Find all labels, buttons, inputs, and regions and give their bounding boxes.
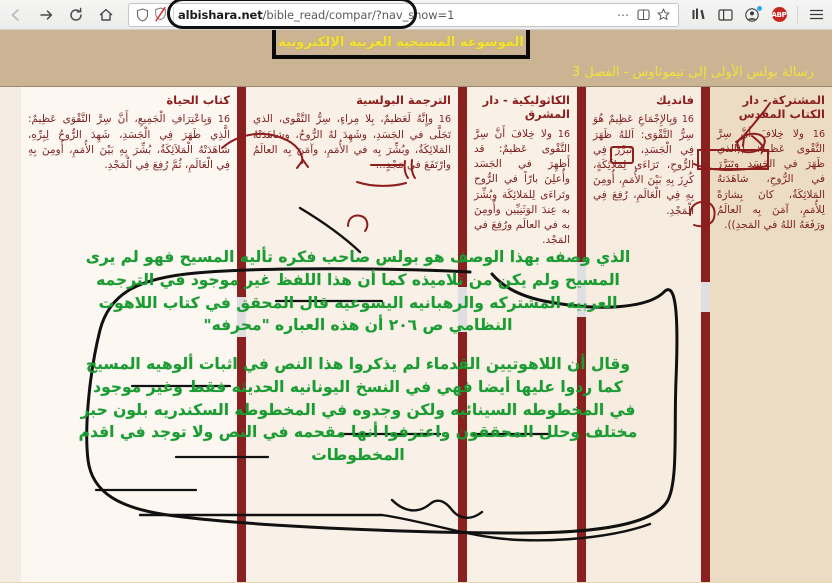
forward-button[interactable]: [32, 2, 60, 28]
verse-body: ولا خِلافَ أَنَّ سِرَّ التَّقْوى عَظيمٌ:…: [474, 127, 570, 247]
tracking-shield-crossed-icon: [154, 7, 166, 22]
verse-text-kitab-alhayat: 16 وَبِاعْتِرَافِ الْجَمِيعِ، أَنَّ سِرَ…: [28, 112, 230, 173]
verse-body: وإِنَّهُ لَعَظيمٌ، بِلا مِراءٍ، سِرُّ ال…: [253, 113, 451, 172]
translation-column-katholikiyya: الكاثوليكية - دار المشرق 16 ولا خِلافَ أ…: [467, 87, 577, 582]
home-icon: [99, 8, 113, 21]
arrow-right-icon: [39, 9, 52, 20]
scrollbar-segment[interactable]: [458, 287, 467, 332]
verse-body: وَبِاعْتِرَافِ الْجَمِيعِ، أَنَّ سِرَّ ا…: [28, 113, 230, 172]
column-heading-katholikiyya: الكاثوليكية - دار المشرق: [482, 93, 570, 122]
url-bar-container: albishara.net/bible_read/compar/?nav_sho…: [128, 0, 679, 29]
arrow-left-icon: [11, 8, 19, 21]
scrollbar-segment[interactable]: [577, 262, 586, 317]
column-heading-fandayk: فانديك: [656, 93, 694, 107]
column-heading-kitab-alhayat: كتاب الحياة: [166, 93, 230, 107]
translation-column-boulsiya: الترجمة البولسية 16 وإِنَّهُ لَعَظيمٌ، ب…: [246, 87, 458, 582]
column-divider-2: [577, 87, 586, 582]
reload-icon: [70, 7, 82, 21]
back-button[interactable]: [2, 2, 30, 28]
page-content: الموسوعة المسيحية العربية الإلكترونية رس…: [0, 30, 832, 583]
reader-mode-glyph: [636, 9, 650, 21]
url-host: albishara.net: [178, 7, 263, 22]
translation-columns: المشتركة - دار الكتاب المقدس 16 ولا خِلا…: [0, 87, 832, 582]
home-button[interactable]: [92, 2, 120, 28]
browser-toolbar-right: ABP: [685, 2, 832, 28]
chapter-subtitle-bar: رسالة بولس الأولى إلى تيموثاوس - الفصل 3: [0, 58, 832, 87]
address-bar[interactable]: albishara.net/bible_read/compar/?nav_sho…: [128, 2, 679, 27]
ellipsis-icon[interactable]: ⋯: [614, 5, 632, 25]
verse-text-fandayk: 16 وَبِالإِجْمَاعِ عَظِيمٌ هُوَ سِرُّ ال…: [593, 112, 694, 219]
url-separator: [173, 6, 174, 23]
reader-mode-icon[interactable]: [634, 5, 652, 25]
verse-text-katholikiyya: 16 ولا خِلافَ أَنَّ سِرَّ التَّقْوى عَظي…: [474, 127, 570, 249]
scrollbar-segment[interactable]: [701, 282, 710, 312]
account-icon[interactable]: [739, 2, 765, 28]
page-title: الموسوعة المسيحية العربية الإلكترونية: [278, 34, 524, 50]
verse-body: وَبِالإِجْمَاعِ عَظِيمٌ هُوَ سِرُّ التَّ…: [593, 113, 694, 217]
verse-text-boulsiya: 16 وإِنَّهُ لَعَظيمٌ، بِلا مِراءٍ، سِرُّ…: [253, 112, 451, 173]
column-divider-1: [701, 87, 710, 582]
verse-number: 16: [557, 128, 570, 140]
hamburger-glyph: [809, 9, 823, 20]
account-badge-dot: [757, 5, 762, 11]
chapter-subtitle: رسالة بولس الأولى إلى تيموثاوس - الفصل 3: [571, 64, 814, 80]
library-icon[interactable]: [685, 2, 711, 28]
library-glyph: [692, 8, 705, 20]
column-divider-4: [237, 87, 246, 582]
verse-number: 16: [812, 128, 825, 140]
adblock-plus-badge: ABP: [771, 7, 787, 22]
adblock-plus-icon[interactable]: ABP: [766, 2, 792, 28]
verse-number: 16: [681, 114, 694, 126]
verse-text-mushtaraka: 16 ولا خِلافَ أنَّ سِرَّ التَّقْوى عَظيم…: [717, 127, 825, 234]
shield-icon[interactable]: [133, 7, 151, 22]
translation-column-mushtaraka: المشتركة - دار الكتاب المقدس 16 ولا خِلا…: [710, 87, 832, 582]
column-divider-3: [458, 87, 467, 582]
sidebar-icon[interactable]: [712, 2, 738, 28]
navigation-buttons: [0, 2, 120, 28]
verse-number: 16: [438, 114, 452, 126]
toolbar-separator: [797, 5, 798, 24]
url-path: /bible_read/compar/?nav_show=1: [262, 7, 455, 22]
star-icon[interactable]: [654, 5, 672, 25]
url-text: albishara.net/bible_read/compar/?nav_sho…: [178, 8, 614, 22]
url-bar-actions: ⋯: [614, 5, 674, 25]
sidebar-glyph: [717, 8, 733, 21]
browser-toolbar: albishara.net/bible_read/compar/?nav_sho…: [0, 0, 832, 30]
column-heading-boulsiya: الترجمة البولسية: [356, 93, 451, 107]
star-glyph: [656, 8, 670, 21]
shield-icon-glyph: [136, 7, 148, 22]
translation-column-kitab-alhayat: كتاب الحياة 16 وَبِاعْتِرَافِ الْجَمِيعِ…: [21, 87, 237, 582]
column-heading-mushtaraka: المشتركة - دار الكتاب المقدس: [738, 93, 825, 122]
verse-body: ولا خِلافَ أنَّ سِرَّ التَّقْوى عَظيمٌ: …: [717, 127, 825, 232]
verse-number: 16: [217, 114, 230, 126]
translation-column-fandayk: فانديك 16 وَبِالإِجْمَاعِ عَظِيمٌ هُوَ س…: [586, 87, 701, 582]
site-title-box: الموسوعة المسيحية العربية الإلكترونية: [272, 30, 530, 59]
menu-icon[interactable]: [803, 2, 829, 28]
reload-button[interactable]: [62, 2, 90, 28]
tracking-protection-off-icon[interactable]: [151, 7, 169, 22]
site-header: الموسوعة المسيحية العربية الإلكترونية: [0, 30, 832, 59]
scrollbar-segment[interactable]: [237, 297, 246, 337]
